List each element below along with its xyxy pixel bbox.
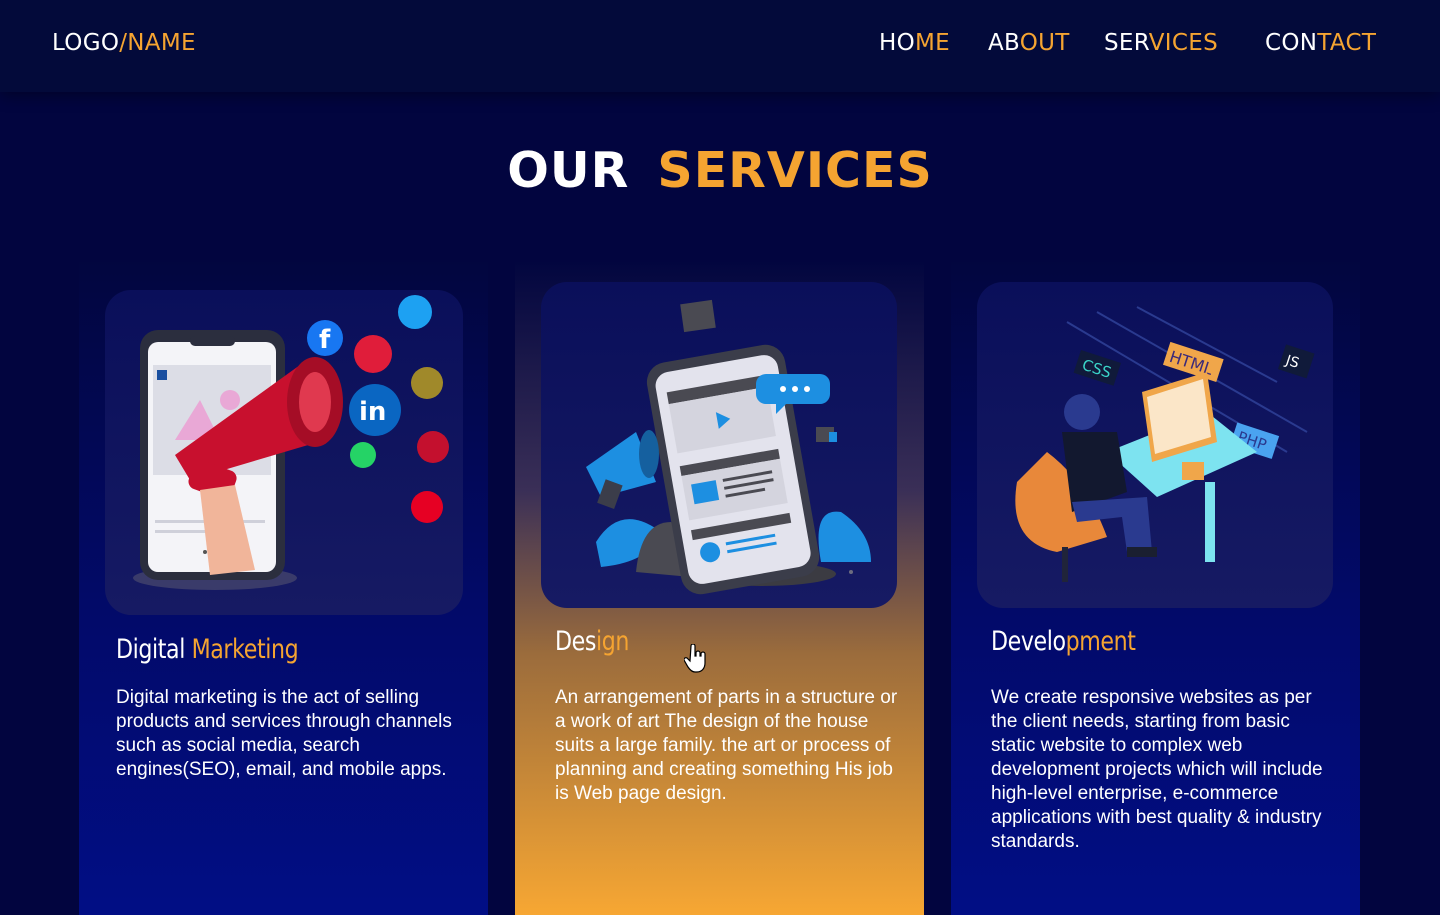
card-title: Development [991, 626, 1136, 657]
hand-cursor-icon [683, 643, 706, 674]
card-title: Digital Marketing [116, 634, 299, 665]
card-description: An arrangement of parts in a structure o… [555, 687, 898, 804]
nav-about-label-a: AB [988, 30, 1020, 56]
card-title-a: Develo [991, 626, 1066, 657]
nav-services-label-a: SER [1104, 30, 1149, 56]
service-card-design[interactable]: Design An arrangement of parts in a stru… [515, 262, 924, 915]
logo-text: LOGO [52, 30, 120, 56]
card-description: We create responsive websites as per the… [991, 687, 1323, 852]
site-header: LOGO/NAME HOME ABOUT SERVICES CONTACT [0, 0, 1440, 92]
nav-about[interactable]: ABOUT [988, 30, 1070, 56]
card-title: Design [555, 626, 629, 657]
svg-text:f: f [319, 325, 331, 355]
nav-services-label-b: VICES [1148, 30, 1218, 56]
card-description: Digital marketing is the act of selling … [116, 687, 452, 780]
megaphone-phone-illustration: f in [105, 290, 463, 615]
nav-services[interactable]: SERVICES [1104, 30, 1218, 56]
section-title-a: OUR [507, 142, 630, 199]
service-card-development[interactable]: HTML CSS JS PHP Development We create re… [951, 262, 1360, 915]
card-title-a: Des [555, 626, 596, 657]
nav-home-label-b: ME [915, 30, 950, 56]
card-title-a: Digital [116, 634, 192, 665]
nav-contact-label-b: TACT [1317, 30, 1377, 56]
nav-home[interactable]: HOME [879, 30, 950, 56]
card-title-b: Marketing [191, 634, 299, 665]
section-title: OUR SERVICES [0, 142, 1440, 199]
nav-home-label-a: HO [879, 30, 915, 56]
service-card-digital-marketing[interactable]: f in Digital Marketing Digital marketing… [79, 262, 488, 915]
nav-contact-label-a: CON [1265, 30, 1318, 56]
card-title-b: pment [1065, 626, 1136, 657]
section-title-b: SERVICES [657, 142, 933, 199]
svg-text:in: in [359, 397, 386, 427]
nav-about-label-b: OUT [1019, 30, 1070, 56]
nav-contact[interactable]: CONTACT [1265, 30, 1376, 56]
developer-desk-illustration: HTML CSS JS PHP [977, 282, 1333, 608]
card-title-b: ign [595, 626, 629, 657]
logo[interactable]: LOGO/NAME [52, 30, 196, 56]
mobile-design-illustration [541, 282, 897, 608]
logo-name: /NAME [119, 30, 196, 56]
